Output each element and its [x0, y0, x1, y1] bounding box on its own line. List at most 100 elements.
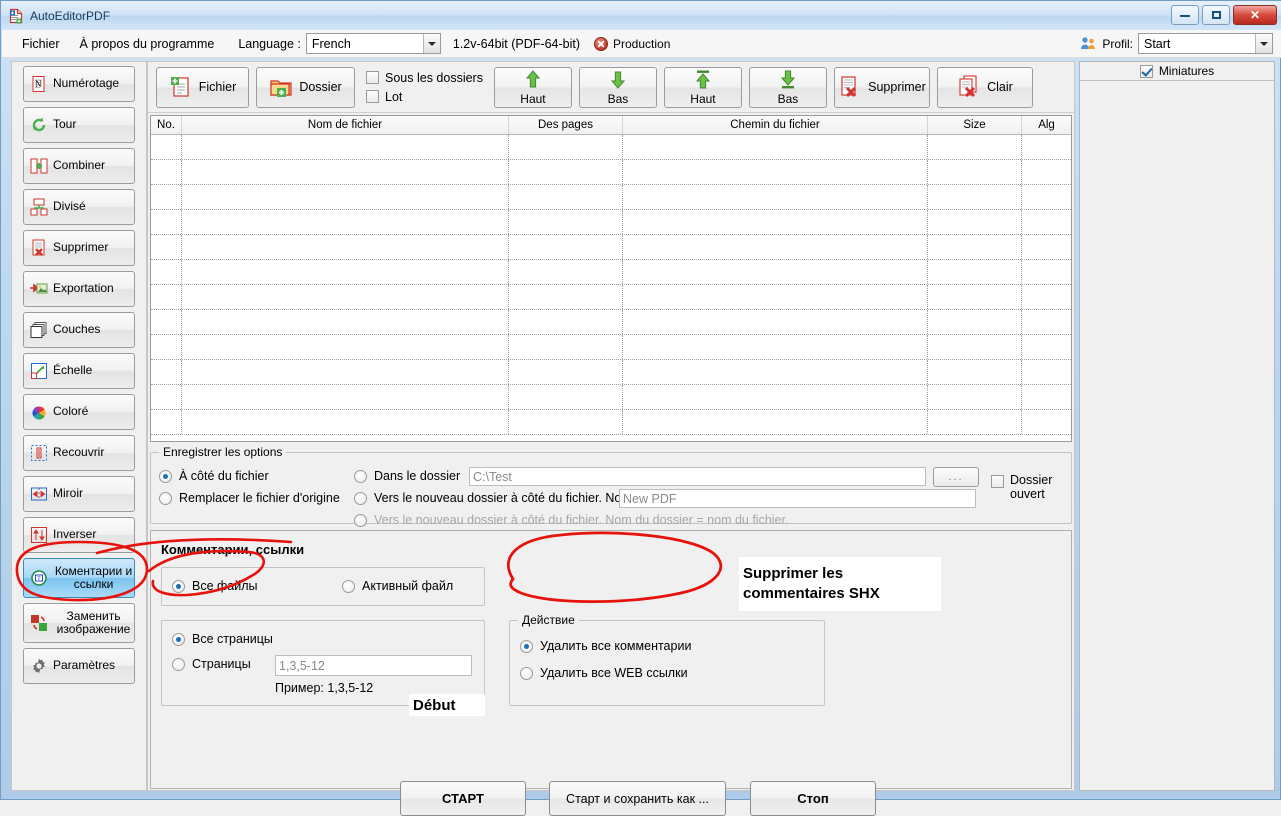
clear-button[interactable]: Clair — [936, 66, 1033, 108]
option-replace-original[interactable]: Remplacer le fichier d'origine — [159, 491, 340, 505]
radio-all-files[interactable] — [172, 579, 185, 593]
thumbnails-checkbox[interactable] — [1139, 64, 1153, 78]
radio-beside-file[interactable] — [159, 469, 172, 483]
sidebar-item-tour[interactable]: Tour — [23, 107, 135, 143]
browse-folder-button[interactable]: ... — [933, 467, 979, 487]
arrow-down-icon — [608, 70, 628, 92]
option-all-pages[interactable]: Все страницы — [172, 632, 273, 646]
option-active-file[interactable]: Активный файл — [342, 579, 453, 593]
application-window: AutoEditorPDF ✕ Fichier À propos du prog… — [0, 0, 1281, 816]
radio-replace-original[interactable] — [159, 491, 172, 505]
table-row[interactable] — [151, 160, 1071, 185]
sidebar-item-divise[interactable]: Divisé — [23, 189, 135, 225]
main-panel: Fichier Dossier Sous les dossiers Lot Ha… — [147, 61, 1075, 816]
sidebar-item-supprimer[interactable]: Supprimer — [23, 230, 135, 266]
sidebar-item-replace-image[interactable]: Заменить изображение — [23, 603, 135, 643]
sidebar-item-exportation[interactable]: Exportation — [23, 271, 135, 307]
table-row[interactable] — [151, 335, 1071, 360]
chevron-down-icon[interactable] — [422, 34, 440, 53]
file-list-body[interactable] — [151, 135, 1071, 441]
column-header-size[interactable]: Size — [928, 116, 1022, 134]
radio-in-folder[interactable] — [354, 469, 367, 483]
option-all-files-label: Все файлы — [192, 579, 258, 593]
table-row[interactable] — [151, 360, 1071, 385]
profile-select[interactable]: Start — [1138, 33, 1273, 54]
move-top-button[interactable]: Haut — [663, 66, 742, 108]
table-row[interactable] — [151, 185, 1071, 210]
sidebar-item-label: Supprimer — [53, 240, 109, 255]
option-pages[interactable]: Страницы — [172, 657, 251, 671]
sidebar-item-colore[interactable]: Coloré — [23, 394, 135, 430]
move-bottom-button[interactable]: Bas — [748, 66, 827, 108]
table-row[interactable] — [151, 135, 1071, 160]
table-row[interactable] — [151, 260, 1071, 285]
open-folder-checkbox[interactable] — [991, 475, 1004, 488]
column-header-alg[interactable]: Alg — [1022, 116, 1071, 134]
radio-remove-weblinks[interactable] — [520, 666, 533, 680]
table-row[interactable] — [151, 310, 1071, 335]
chevron-down-icon[interactable] — [1255, 34, 1272, 53]
add-file-button[interactable]: Fichier — [156, 66, 249, 108]
file-list[interactable]: No. Nom de fichier Des pages Chemin du f… — [150, 115, 1072, 442]
scope-group: Все файлы Активный файл — [161, 567, 485, 606]
sidebar-item-recouvrir[interactable]: Recouvrir — [23, 435, 135, 471]
profile-value: Start — [1144, 36, 1171, 51]
table-row[interactable] — [151, 235, 1071, 260]
option-remove-comments[interactable]: Удалить все комментарии — [520, 639, 691, 653]
minimize-button[interactable] — [1171, 5, 1199, 25]
open-folder-checkbox-row[interactable]: Dossier ouvert — [991, 473, 1066, 502]
subfolders-checkbox[interactable] — [366, 71, 379, 84]
option-beside-file[interactable]: À côté du fichier — [159, 469, 269, 483]
menu-bar: Fichier À propos du programme Language :… — [2, 30, 1281, 58]
column-header-path[interactable]: Chemin du fichier — [623, 116, 928, 134]
sidebar-item-parametres[interactable]: Paramètres — [23, 648, 135, 684]
table-row[interactable] — [151, 285, 1071, 310]
sidebar-item-echelle[interactable]: Échelle — [23, 353, 135, 389]
option-pages-label: Страницы — [192, 657, 251, 671]
table-row[interactable] — [151, 210, 1071, 235]
option-new-folder-same-name[interactable]: Vers le nouveau dossier à côté du fichie… — [354, 513, 788, 527]
folder-path-input[interactable]: C:\Test — [469, 467, 926, 486]
start-button[interactable]: СТАРТ — [400, 781, 526, 816]
radio-remove-comments[interactable] — [520, 639, 533, 653]
sidebar-item-label: Combiner — [53, 158, 106, 173]
lot-checkbox[interactable] — [366, 90, 379, 103]
option-in-folder[interactable]: Dans le dossier — [354, 469, 460, 483]
thumbnails-checkbox-row[interactable]: Miniatures — [1080, 62, 1274, 81]
move-up-button[interactable]: Haut — [493, 66, 572, 108]
column-header-no[interactable]: No. — [151, 116, 182, 134]
radio-all-pages[interactable] — [172, 632, 185, 646]
pages-input[interactable]: 1,3,5-12 — [275, 655, 472, 676]
close-button[interactable]: ✕ — [1233, 5, 1277, 25]
option-all-files[interactable]: Все файлы — [172, 579, 258, 593]
radio-active-file[interactable] — [342, 579, 355, 593]
table-row[interactable] — [151, 385, 1071, 410]
column-header-filename[interactable]: Nom de fichier — [182, 116, 509, 134]
sidebar-item-combiner[interactable]: Combiner — [23, 148, 135, 184]
subfolders-checkbox-row[interactable]: Sous les dossiers — [366, 71, 483, 85]
sidebar-item-numerotage[interactable]: N Numérotage — [23, 66, 135, 102]
sidebar-item-label: Tour — [53, 117, 77, 132]
move-top-label: Haut — [690, 91, 716, 106]
table-row[interactable] — [151, 410, 1071, 435]
delete-button[interactable]: Supprimer — [833, 66, 930, 108]
menu-item-fichier[interactable]: Fichier — [12, 34, 70, 54]
sidebar-item-inverser[interactable]: Inverser — [23, 517, 135, 553]
sidebar-item-couches[interactable]: Couches — [23, 312, 135, 348]
menu-item-about[interactable]: À propos du programme — [70, 34, 225, 54]
column-header-pages[interactable]: Des pages — [509, 116, 623, 134]
new-folder-name-input[interactable]: New PDF — [619, 489, 976, 508]
option-remove-weblinks[interactable]: Удалить все WEB ссылки — [520, 666, 688, 680]
move-down-button[interactable]: Bas — [578, 66, 657, 108]
language-select[interactable]: French — [305, 33, 441, 54]
add-folder-button[interactable]: Dossier — [256, 66, 355, 108]
lot-checkbox-row[interactable]: Lot — [366, 90, 483, 104]
maximize-button[interactable] — [1202, 5, 1230, 25]
radio-new-folder-same-name[interactable] — [354, 513, 367, 527]
stop-button[interactable]: Стоп — [750, 781, 876, 816]
radio-new-folder[interactable] — [354, 491, 367, 505]
sidebar-item-miroir[interactable]: Miroir — [23, 476, 135, 512]
sidebar-item-comments-links[interactable]: T Коментарии и ссылки — [23, 558, 135, 598]
start-save-as-button[interactable]: Старт и сохранить как ... — [549, 781, 726, 816]
radio-pages[interactable] — [172, 657, 185, 671]
